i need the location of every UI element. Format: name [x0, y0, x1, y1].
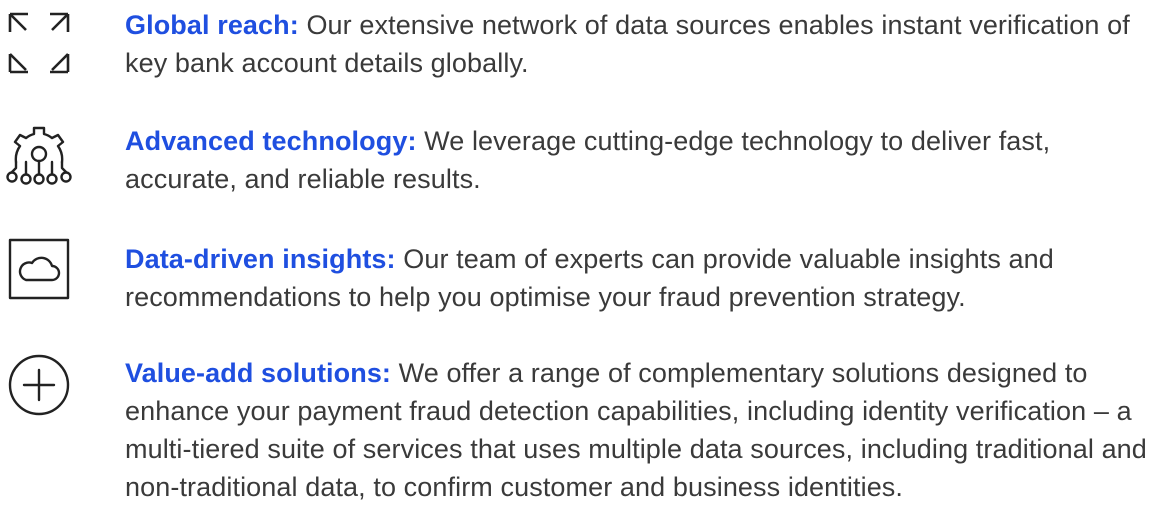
feature-text: Advanced technology: We leverage cutting… [125, 122, 1155, 198]
plus-circle-icon [6, 352, 72, 418]
feature-text: Data-driven insights: Our team of expert… [125, 240, 1155, 316]
feature-text: Value-add solutions: We offer a range of… [125, 354, 1155, 506]
feature-title: Global reach: [125, 10, 299, 40]
feature-text: Global reach: Our extensive network of d… [125, 6, 1155, 82]
feature-title: Advanced technology: [125, 126, 417, 156]
feature-title: Data-driven insights: [125, 244, 396, 274]
gear-circuit-icon [6, 124, 72, 190]
cloud-icon [6, 236, 72, 302]
feature-title: Value-add solutions: [125, 358, 392, 388]
expand-arrows-icon [6, 10, 72, 76]
